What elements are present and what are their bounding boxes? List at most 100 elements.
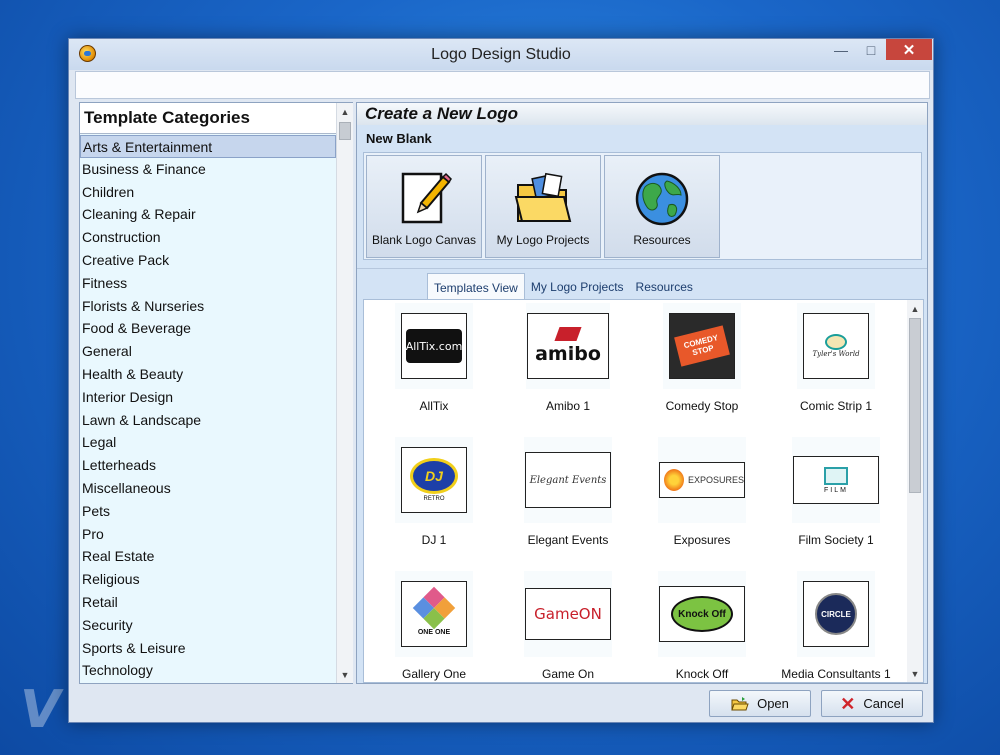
create-logo-title: Create a New Logo	[357, 103, 927, 125]
scrollbar-thumb[interactable]	[339, 122, 351, 140]
scrollbar-thumb[interactable]	[909, 318, 921, 493]
category-item[interactable]: General	[80, 340, 336, 363]
category-item[interactable]: Children	[80, 181, 336, 204]
template-tile-film-society[interactable]: FILM Film Society 1	[770, 434, 902, 568]
template-tile-knock-off[interactable]: Knock Off Knock Off	[636, 568, 768, 682]
category-item[interactable]: Business & Finance	[80, 158, 336, 181]
window-title: Logo Design Studio	[431, 45, 571, 63]
category-item[interactable]: Security	[80, 614, 336, 637]
maximize-button[interactable]: □	[857, 39, 885, 60]
new-blank-strip: Blank Logo Canvas My Logo Projects Resou…	[363, 152, 922, 260]
template-thumbnail: AllTix.com	[395, 303, 473, 389]
dj-logo: DJ RETRO	[401, 447, 467, 513]
template-thumbnail: ONE ONE	[395, 571, 473, 657]
template-tile-media-consultants[interactable]: CIRCLE Media Consultants 1	[770, 568, 902, 682]
amibo-logo-text: amibo	[535, 343, 601, 365]
template-tile-comedy-stop[interactable]: COMEDY STOP Comedy Stop	[636, 300, 768, 434]
cancel-button[interactable]: ✕ Cancel	[821, 690, 923, 717]
elegant-events-logo: Elegant Events	[525, 452, 611, 508]
template-name: AllTix	[419, 399, 449, 413]
template-tile-dj[interactable]: DJ RETRO DJ 1	[368, 434, 500, 568]
comic-strip-logo-text: Tyler's World	[812, 350, 860, 358]
template-name: Gallery One	[401, 667, 467, 681]
knock-off-logo: Knock Off	[659, 586, 745, 642]
film-society-logo-text: FILM	[824, 486, 848, 494]
comic-strip-mark	[825, 334, 847, 350]
category-item[interactable]: Construction	[80, 226, 336, 249]
template-categories-panel: Template Categories Arts & Entertainment…	[79, 102, 353, 684]
template-tile-comic-strip[interactable]: Tyler's World Comic Strip 1	[770, 300, 902, 434]
folder-icon	[514, 172, 572, 222]
globe-icon	[635, 172, 689, 226]
category-item[interactable]: Florists & Nurseries	[80, 295, 336, 318]
template-tile-elegant-events[interactable]: Elegant Events Elegant Events	[502, 434, 634, 568]
scroll-up-arrow-icon[interactable]: ▲	[337, 103, 353, 120]
open-button[interactable]: Open	[709, 690, 811, 717]
templates-scrollbar[interactable]: ▲ ▼	[907, 300, 923, 682]
category-item[interactable]: Food & Beverage	[80, 317, 336, 340]
category-item[interactable]: Technology	[80, 659, 336, 682]
media-consultants-logo: CIRCLE	[803, 581, 869, 647]
create-logo-panel: Create a New Logo New Blank Blank Logo C…	[356, 102, 928, 684]
template-name: DJ 1	[421, 533, 447, 547]
film-society-logo: FILM	[793, 456, 879, 504]
category-item[interactable]: Legal	[80, 431, 336, 454]
alltix-logo-text: AllTix.com	[405, 339, 463, 353]
template-thumbnail: DJ RETRO	[395, 437, 473, 523]
category-list: Arts & Entertainment Business & Finance Ch…	[80, 135, 336, 682]
template-name: Exposures	[673, 533, 731, 547]
template-thumbnail: EXPOSURES	[658, 437, 746, 523]
elegant-events-logo-text: Elegant Events	[529, 474, 607, 486]
category-item[interactable]: Religious	[80, 568, 336, 591]
template-name: Film Society 1	[798, 533, 874, 547]
template-tile-gallery-one[interactable]: ONE ONE Gallery One	[368, 568, 500, 682]
category-item[interactable]: Real Estate	[80, 545, 336, 568]
tab-resources[interactable]: Resources	[630, 273, 699, 299]
gallery-one-logo: ONE ONE	[401, 581, 467, 647]
blank-logo-canvas-button[interactable]: Blank Logo Canvas	[366, 155, 482, 258]
categories-scrollbar[interactable]: ▲ ▼	[336, 103, 353, 683]
amibo-mark	[554, 327, 582, 341]
category-item[interactable]: Fitness	[80, 272, 336, 295]
category-item[interactable]: Creative Pack	[80, 249, 336, 272]
my-logo-projects-button[interactable]: My Logo Projects	[485, 155, 601, 258]
category-item[interactable]: Health & Beauty	[80, 363, 336, 386]
film-society-mark	[824, 466, 848, 485]
resources-button[interactable]: Resources	[604, 155, 720, 258]
resources-label: Resources	[633, 233, 691, 247]
template-name: Game On	[541, 667, 595, 681]
category-item[interactable]: Cleaning & Repair	[80, 203, 336, 226]
category-item[interactable]: Sports & Leisure	[80, 637, 336, 660]
template-tile-amibo[interactable]: amibo Amibo 1	[502, 300, 634, 434]
template-name: Comic Strip 1	[799, 399, 873, 413]
category-item[interactable]: Miscellaneous	[80, 477, 336, 500]
category-item[interactable]: Pets	[80, 500, 336, 523]
tab-templates-view[interactable]: Templates View	[427, 273, 525, 299]
category-item[interactable]: Pro	[80, 523, 336, 546]
dj-logo-text: DJ	[425, 468, 443, 484]
view-tabs: Templates View My Logo Projects Resource…	[427, 273, 699, 299]
template-tile-exposures[interactable]: EXPOSURES Exposures	[636, 434, 768, 568]
scroll-up-arrow-icon[interactable]: ▲	[907, 300, 923, 317]
templates-grid-area: AllTix.com AllTix amibo Amibo 1 COMEDY S…	[363, 299, 924, 683]
blank-logo-canvas-label: Blank Logo Canvas	[371, 233, 477, 247]
exposures-mark	[664, 469, 684, 491]
category-item[interactable]: Retail	[80, 591, 336, 614]
scroll-down-arrow-icon[interactable]: ▼	[337, 666, 353, 683]
alltix-logo: AllTix.com	[401, 313, 467, 379]
template-tile-alltix[interactable]: AllTix.com AllTix	[368, 300, 500, 434]
scroll-down-arrow-icon[interactable]: ▼	[907, 665, 923, 682]
category-item[interactable]: Interior Design	[80, 386, 336, 409]
template-thumbnail: amibo	[526, 303, 610, 389]
tab-my-logo-projects[interactable]: My Logo Projects	[525, 273, 630, 299]
maximize-icon: □	[866, 41, 876, 58]
category-item[interactable]: Lawn & Landscape	[80, 409, 336, 432]
category-item[interactable]: Letterheads	[80, 454, 336, 477]
category-item[interactable]: Arts & Entertainment	[80, 135, 336, 158]
app-logo-icon[interactable]	[79, 45, 96, 62]
close-button[interactable]: ✕	[886, 39, 932, 60]
minimize-button[interactable]: —	[827, 39, 855, 60]
game-on-logo: GameON	[525, 588, 611, 640]
title-bar[interactable]: Logo Design Studio — □ ✕	[69, 39, 933, 70]
template-tile-game-on[interactable]: GameON Game On	[502, 568, 634, 682]
